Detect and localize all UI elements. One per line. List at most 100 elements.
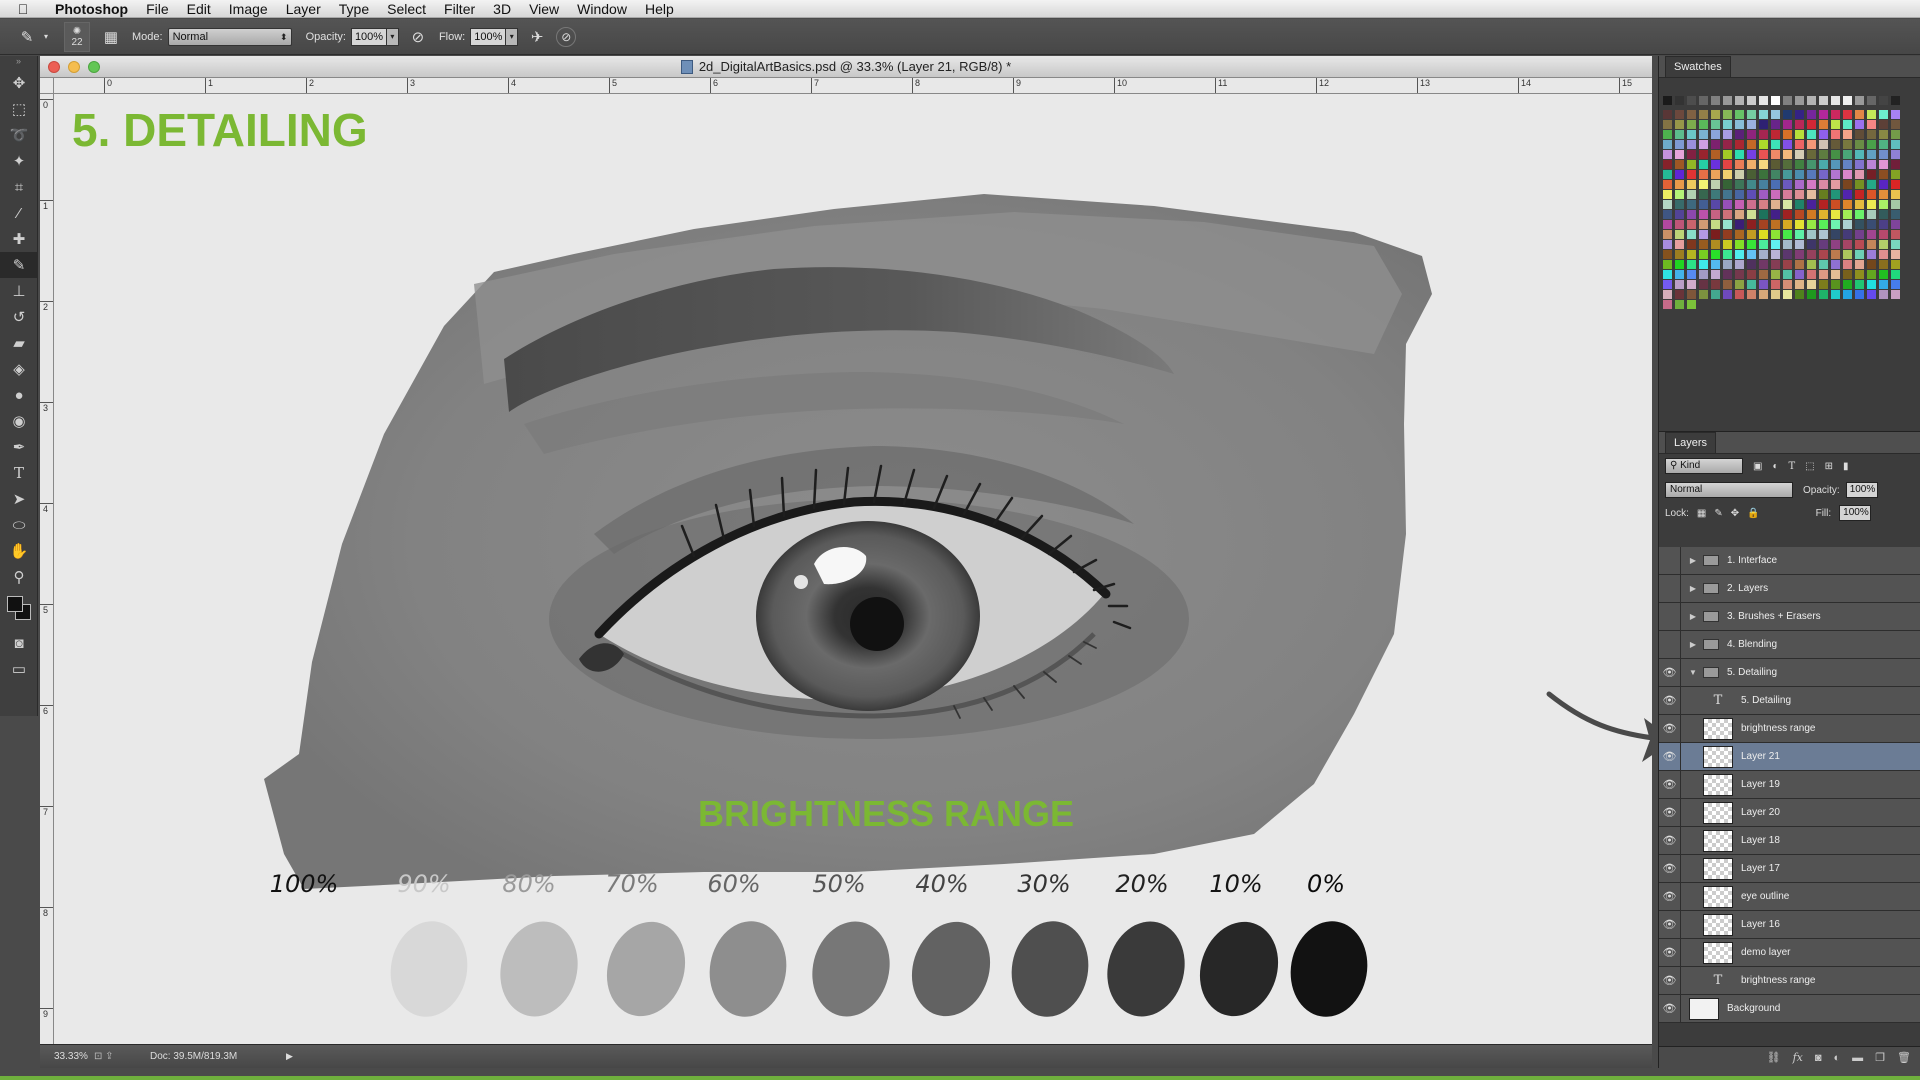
swatch[interactable]	[1699, 220, 1708, 229]
swatch[interactable]	[1687, 290, 1696, 299]
close-window-button[interactable]	[48, 61, 60, 73]
swatch[interactable]	[1891, 270, 1900, 279]
swatch[interactable]	[1711, 130, 1720, 139]
swatch[interactable]	[1891, 180, 1900, 189]
screen-mode-icon[interactable]: ▭	[0, 656, 38, 682]
crop-tool-icon[interactable]: ⌗	[0, 174, 38, 200]
swatch[interactable]	[1879, 270, 1888, 279]
swatch[interactable]	[1855, 190, 1864, 199]
swatch[interactable]	[1699, 130, 1708, 139]
layer-group-row[interactable]: 👁 ▶ 4. Blending	[1659, 630, 1920, 659]
swatch[interactable]	[1879, 170, 1888, 179]
swatch[interactable]	[1855, 130, 1864, 139]
swatch[interactable]	[1771, 250, 1780, 259]
swatch[interactable]	[1771, 270, 1780, 279]
swatches-grid[interactable]	[1663, 96, 1903, 386]
swatch[interactable]	[1675, 220, 1684, 229]
swatch[interactable]	[1807, 120, 1816, 129]
swatch[interactable]	[1867, 210, 1876, 219]
swatch[interactable]	[1831, 230, 1840, 239]
swatch[interactable]	[1675, 140, 1684, 149]
swatch[interactable]	[1831, 250, 1840, 259]
swatch[interactable]	[1867, 190, 1876, 199]
swatch[interactable]	[1783, 220, 1792, 229]
swatch[interactable]	[1663, 160, 1672, 169]
swatch[interactable]	[1795, 230, 1804, 239]
swatch[interactable]	[1807, 200, 1816, 209]
swatch[interactable]	[1879, 160, 1888, 169]
swatch[interactable]	[1711, 96, 1720, 105]
swatch[interactable]	[1795, 250, 1804, 259]
swatch[interactable]	[1687, 180, 1696, 189]
status-menu-arrow-icon[interactable]: ▶	[286, 1051, 293, 1062]
visibility-eye-icon[interactable]: 👁	[1659, 630, 1681, 659]
swatch[interactable]	[1843, 270, 1852, 279]
swatch[interactable]	[1663, 290, 1672, 299]
swatch[interactable]	[1807, 160, 1816, 169]
swatch[interactable]	[1831, 150, 1840, 159]
swatch[interactable]	[1771, 170, 1780, 179]
swatch[interactable]	[1855, 96, 1864, 105]
apple-icon[interactable]: 	[0, 1, 46, 17]
visibility-eye-icon[interactable]: 👁	[1659, 742, 1681, 771]
swatch[interactable]	[1711, 260, 1720, 269]
swatch[interactable]	[1675, 180, 1684, 189]
swatch[interactable]	[1747, 140, 1756, 149]
swatch[interactable]	[1723, 250, 1732, 259]
swatch[interactable]	[1735, 270, 1744, 279]
tool-preset-dropdown-icon[interactable]: ▾	[40, 24, 52, 50]
swatch[interactable]	[1831, 270, 1840, 279]
swatch[interactable]	[1891, 280, 1900, 289]
swatch[interactable]	[1723, 190, 1732, 199]
swatch[interactable]	[1735, 200, 1744, 209]
swatch[interactable]	[1807, 210, 1816, 219]
swatch[interactable]	[1687, 280, 1696, 289]
layer-opacity-input[interactable]: 100%	[1845, 482, 1878, 498]
swatch[interactable]	[1723, 270, 1732, 279]
layer-group-row[interactable]: 👁 ▶ 2. Layers	[1659, 574, 1920, 603]
swatch[interactable]	[1879, 180, 1888, 189]
swatch[interactable]	[1867, 270, 1876, 279]
swatch[interactable]	[1795, 240, 1804, 249]
swatch[interactable]	[1663, 120, 1672, 129]
swatch[interactable]	[1711, 220, 1720, 229]
swatch[interactable]	[1771, 290, 1780, 299]
swatch[interactable]	[1663, 200, 1672, 209]
swatch[interactable]	[1843, 210, 1852, 219]
swatch[interactable]	[1879, 230, 1888, 239]
quick-mask-icon[interactable]: ◙	[0, 630, 38, 656]
swatch[interactable]	[1831, 290, 1840, 299]
menu-3d[interactable]: 3D	[484, 0, 520, 18]
swatch[interactable]	[1699, 96, 1708, 105]
swatch[interactable]	[1735, 160, 1744, 169]
swatch[interactable]	[1831, 200, 1840, 209]
swatch[interactable]	[1795, 260, 1804, 269]
swatch[interactable]	[1675, 170, 1684, 179]
swatch[interactable]	[1771, 240, 1780, 249]
swatch[interactable]	[1855, 160, 1864, 169]
lock-pixels-icon[interactable]: ✎	[1714, 508, 1722, 519]
swatch[interactable]	[1759, 150, 1768, 159]
swatch[interactable]	[1735, 190, 1744, 199]
swatch[interactable]	[1735, 290, 1744, 299]
swatch[interactable]	[1807, 230, 1816, 239]
swatch[interactable]	[1723, 160, 1732, 169]
lock-transparency-icon[interactable]: ▦	[1697, 508, 1706, 519]
swatch[interactable]	[1747, 210, 1756, 219]
swatch[interactable]	[1747, 110, 1756, 119]
swatch[interactable]	[1771, 190, 1780, 199]
swatch[interactable]	[1879, 250, 1888, 259]
swatch[interactable]	[1699, 150, 1708, 159]
layer-row[interactable]: 👁 Layer 21	[1659, 742, 1920, 771]
swatch[interactable]	[1771, 180, 1780, 189]
swatch[interactable]	[1711, 140, 1720, 149]
swatch[interactable]	[1819, 170, 1828, 179]
pressure-opacity-icon[interactable]: ⊘	[405, 24, 431, 50]
zoom-level[interactable]: 33.33%	[40, 1051, 94, 1062]
swatch[interactable]	[1867, 280, 1876, 289]
swatch[interactable]	[1867, 170, 1876, 179]
swatch[interactable]	[1687, 260, 1696, 269]
brush-tool-icon[interactable]: ✎	[14, 24, 40, 50]
foreground-color[interactable]	[7, 596, 23, 612]
menu-image[interactable]: Image	[220, 0, 277, 18]
